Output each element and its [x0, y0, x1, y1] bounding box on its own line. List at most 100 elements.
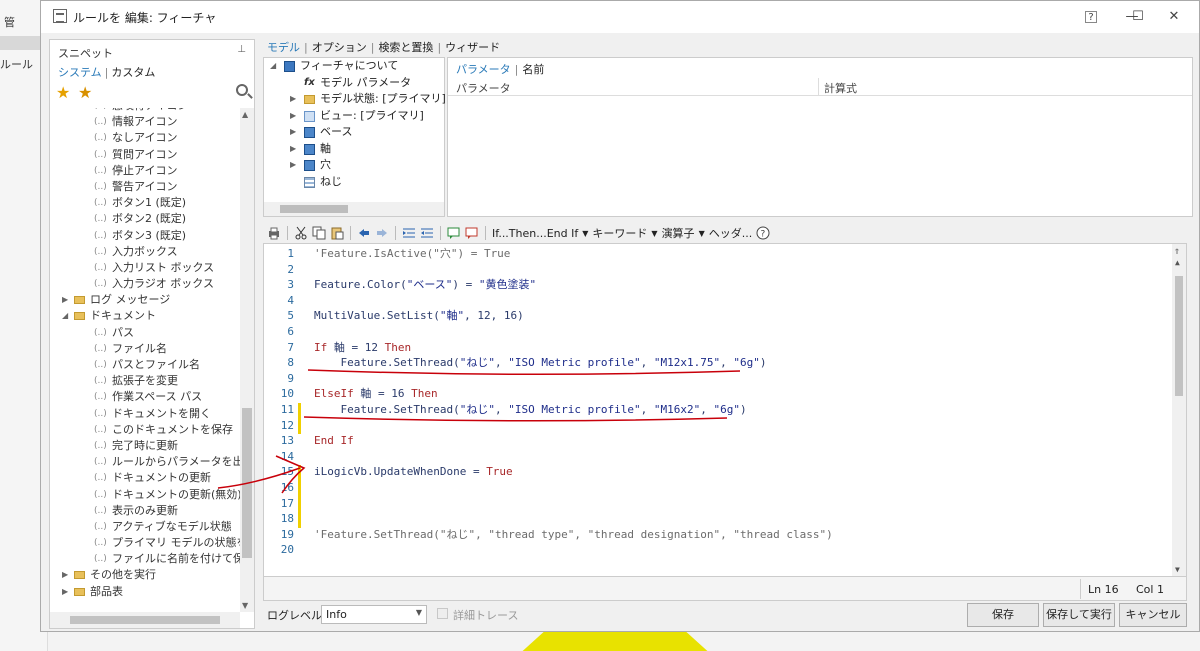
uncomment-icon[interactable]	[465, 226, 479, 240]
snippet-item[interactable]: (..) ファイル名	[50, 341, 240, 357]
snippet-item[interactable]: (..) アクティブなモデル状態	[50, 519, 240, 535]
column-formula[interactable]: 計算式	[824, 80, 857, 96]
snippet-item[interactable]: (..) 入力ボックス	[50, 244, 240, 260]
scroll-down-icon[interactable]: ▼	[1175, 565, 1180, 574]
snippet-folder[interactable]: ▶ その他を実行	[50, 567, 240, 583]
save-button[interactable]: 保存	[967, 603, 1039, 627]
collapsed-arrow-icon[interactable]: ▶	[62, 584, 68, 600]
expand-arrow-icon[interactable]: ▶	[290, 157, 296, 174]
snippet-item[interactable]: (..)プライマリ モデルの状態をアクティ	[50, 535, 240, 551]
header-menu[interactable]: ヘッダ...	[709, 225, 753, 241]
tab-options[interactable]: オプション	[312, 41, 367, 54]
expand-arrow-icon[interactable]: ▶	[290, 141, 296, 158]
snippet-item[interactable]: (..) 完了時に更新	[50, 438, 240, 454]
snippet-item[interactable]: (..) 拡張子を変更	[50, 373, 240, 389]
snippet-item[interactable]: (..) 入力リスト ボックス	[50, 260, 240, 276]
model-tree-hscrollbar[interactable]	[264, 202, 444, 216]
snippet-item[interactable]: (..) なしアイコン	[50, 130, 240, 146]
paste-icon[interactable]	[330, 226, 344, 240]
cancel-button[interactable]: キャンセル	[1119, 603, 1187, 627]
tab-custom[interactable]: カスタム	[111, 66, 155, 79]
tab-search-replace[interactable]: 検索と置換	[378, 41, 433, 54]
snippet-item[interactable]: (..) 停止アイコン	[50, 163, 240, 179]
scroll-up-icon[interactable]: ▲	[242, 110, 248, 119]
snippets-hscrollbar[interactable]	[50, 612, 240, 628]
chevron-down-icon[interactable]: ▼	[651, 229, 657, 238]
comment-icon[interactable]	[447, 226, 461, 240]
tree-item[interactable]: fx モデル パラメータ	[264, 75, 444, 92]
keyword-menu[interactable]: キーワード	[592, 225, 647, 241]
tree-item[interactable]: ▶ モデル状態: [プライマリ]	[264, 91, 446, 108]
undo-icon[interactable]	[357, 226, 371, 240]
cut-icon[interactable]	[294, 226, 308, 240]
copy-icon[interactable]	[312, 226, 326, 240]
if-then-menu[interactable]: If...Then...End If	[492, 227, 578, 240]
editor-vscrollbar[interactable]: ⇑ ▲ ▼	[1172, 244, 1186, 576]
tree-item[interactable]: ねじ	[264, 174, 444, 191]
snippet-item[interactable]: (..) 入力ラジオ ボックス	[50, 276, 240, 292]
chevron-down-icon[interactable]: ▼	[582, 229, 588, 238]
expand-arrow-icon[interactable]: ▶	[290, 91, 296, 108]
snippet-folder[interactable]: ▶ ログ メッセージ	[50, 292, 240, 308]
snippet-item[interactable]: (..) ボタン2 (既定)	[50, 211, 240, 227]
indent-icon[interactable]	[402, 226, 416, 240]
snippet-item[interactable]: (..) パス	[50, 325, 240, 341]
tab-wizard[interactable]: ウィザード	[445, 41, 500, 54]
snippet-item[interactable]: (..) ドキュメントの更新(無効)	[50, 487, 240, 503]
snippet-item[interactable]: (..) ドキュメントの更新	[50, 470, 240, 486]
snippet-item[interactable]: (..) ボタン1 (既定)	[50, 195, 240, 211]
snippet-item[interactable]: (..) このドキュメントを保存	[50, 422, 240, 438]
pin-icon[interactable]: ⊥	[237, 44, 246, 55]
expand-arrow-icon[interactable]: ▶	[290, 124, 296, 141]
print-icon[interactable]	[267, 226, 281, 240]
search-icon[interactable]	[236, 84, 248, 96]
scroll-thumb[interactable]	[1175, 276, 1183, 396]
title-bar[interactable]: ルールを 編集: フィーチャ ? — ☐ ✕	[41, 1, 1199, 33]
snippet-item[interactable]: (..) 作業スペース パス	[50, 389, 240, 405]
log-level-select[interactable]: Info ▼	[321, 605, 427, 624]
snippet-item[interactable]: (..) ボタン3 (既定)	[50, 228, 240, 244]
scroll-down-icon[interactable]: ▼	[242, 601, 248, 610]
snippet-item[interactable]: (..) 情報アイコン	[50, 114, 240, 130]
scroll-thumb[interactable]	[242, 408, 252, 558]
help-icon[interactable]: ?	[756, 226, 770, 240]
save-and-run-button[interactable]: 保存して実行	[1043, 603, 1115, 627]
tree-item[interactable]: ▶ ベース	[264, 124, 444, 141]
scroll-up-icon[interactable]: ▲	[1175, 258, 1180, 267]
tab-model[interactable]: モデル	[267, 41, 300, 54]
favorite-star-icon[interactable]: ★	[56, 83, 70, 102]
maximize-button[interactable]: ☐	[1127, 7, 1149, 27]
snippet-folder[interactable]: ◢ ドキュメント	[50, 308, 240, 324]
snippet-item[interactable]: (..)ルールからパラメータを出力	[50, 454, 240, 470]
collapsed-arrow-icon[interactable]: ▶	[62, 567, 68, 583]
operator-menu[interactable]: 演算子	[662, 225, 695, 241]
code-editor[interactable]: 1 'Feature.IsActive("穴") = True 2 3 Feature.…	[263, 243, 1187, 577]
chevron-down-icon[interactable]: ▼	[416, 608, 422, 617]
tree-root[interactable]: ◢ フィーチャについて	[264, 58, 444, 75]
tree-item[interactable]: ▶ 軸	[264, 141, 444, 158]
snippets-vscrollbar[interactable]: ▲ ▼	[240, 108, 254, 612]
close-button[interactable]: ✕	[1163, 7, 1185, 27]
tab-name[interactable]: 名前	[522, 63, 544, 76]
tab-system[interactable]: システム	[58, 66, 102, 79]
snippet-item[interactable]: (..) ドキュメントを開く	[50, 406, 240, 422]
snippet-item[interactable]: (..) 表示のみ更新	[50, 503, 240, 519]
detail-trace-checkbox[interactable]	[437, 608, 448, 619]
tree-item[interactable]: ▶ 穴	[264, 157, 444, 174]
snippet-item[interactable]: (..) パスとファイル名	[50, 357, 240, 373]
snippet-item[interactable]: (..)ファイルに名前を付けて保存	[50, 551, 240, 567]
collapse-arrow-icon[interactable]: ◢	[270, 58, 276, 75]
chevron-down-icon[interactable]: ▼	[699, 229, 705, 238]
outdent-icon[interactable]	[420, 226, 434, 240]
column-parameter[interactable]: パラメータ	[456, 80, 511, 96]
snippet-item[interactable]: (..) 警告アイコン	[50, 179, 240, 195]
hscroll-thumb[interactable]	[70, 616, 220, 624]
redo-icon[interactable]	[375, 226, 389, 240]
hscroll-thumb[interactable]	[280, 205, 348, 213]
snippet-item[interactable]: (..) 質問アイコン	[50, 147, 240, 163]
add-favorite-star-icon[interactable]: ★	[78, 83, 92, 102]
expanded-arrow-icon[interactable]: ◢	[62, 308, 68, 324]
snippet-folder[interactable]: ▶ 部品表	[50, 584, 240, 600]
help-button[interactable]: ?	[1085, 11, 1097, 23]
tree-item[interactable]: ▶ ビュー: [プライマリ]	[264, 108, 444, 125]
